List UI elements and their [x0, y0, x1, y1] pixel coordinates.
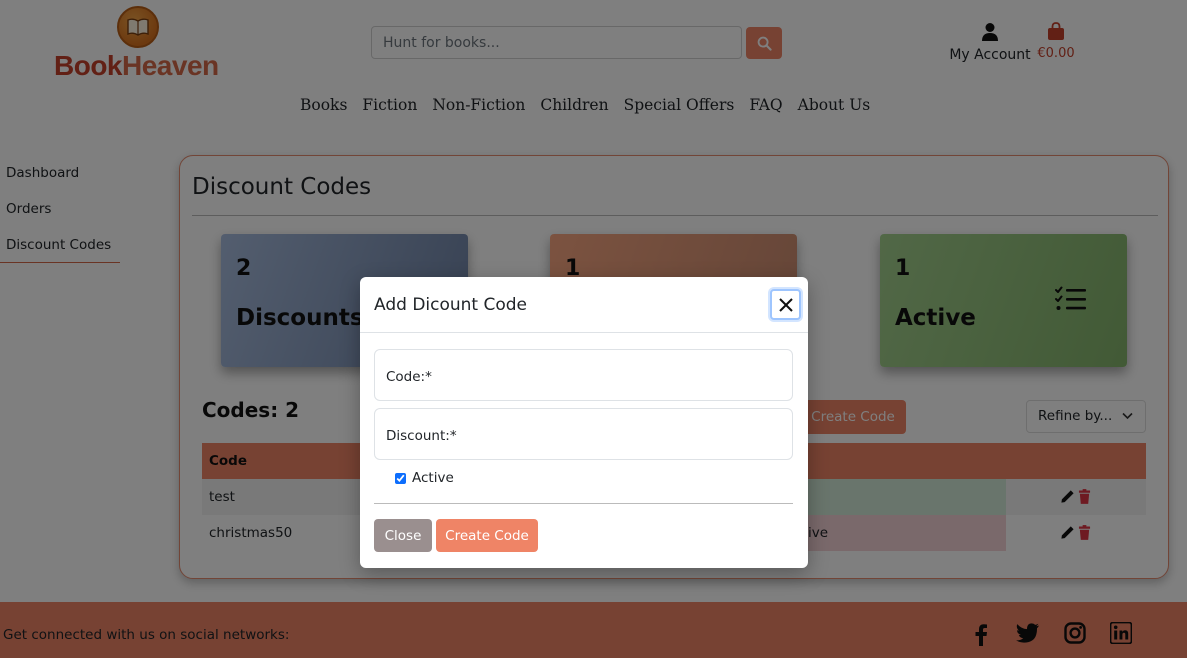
discount-input[interactable] — [375, 409, 792, 459]
active-checkbox-row: Active — [395, 470, 454, 486]
code-field[interactable]: Code:* — [374, 349, 793, 401]
active-checkbox[interactable] — [395, 472, 406, 484]
modal-header: Add Dicount Code — [360, 277, 808, 333]
code-input[interactable] — [375, 350, 792, 400]
add-discount-code-modal: Add Dicount Code Code:* Discount:* Activ… — [360, 277, 808, 568]
modal-create-code-button[interactable]: Create Code — [436, 519, 538, 552]
modal-title: Add Dicount Code — [374, 295, 528, 315]
modal-close-button[interactable] — [770, 289, 801, 320]
modal-divider — [374, 503, 793, 504]
active-checkbox-label[interactable]: Active — [412, 470, 454, 486]
close-icon — [778, 297, 793, 312]
discount-field[interactable]: Discount:* — [374, 408, 793, 460]
modal-cancel-button[interactable]: Close — [374, 519, 432, 552]
